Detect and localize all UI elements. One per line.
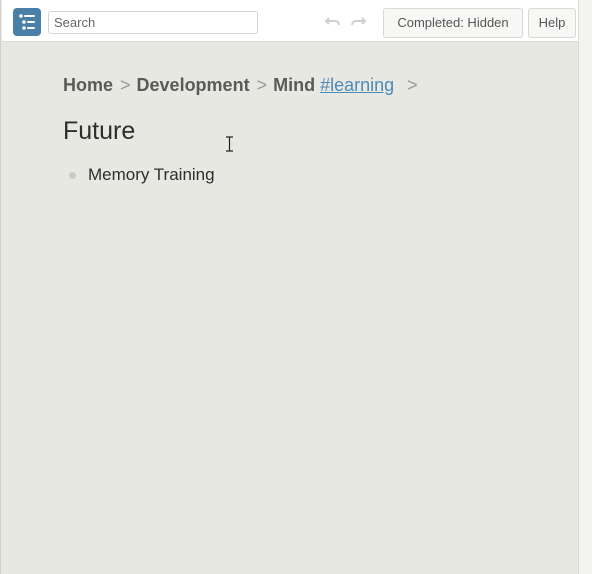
- help-button[interactable]: Help: [528, 8, 576, 38]
- bullet-icon[interactable]: [69, 172, 76, 179]
- breadcrumb: Home > Development > Mind #learning >: [63, 75, 418, 96]
- undo-icon[interactable]: [324, 13, 342, 29]
- breadcrumb-item-development[interactable]: Development: [137, 75, 250, 95]
- text-cursor-icon: [225, 136, 234, 152]
- page-title[interactable]: Future: [63, 117, 135, 146]
- breadcrumb-separator: >: [407, 75, 418, 95]
- breadcrumb-item-mind[interactable]: Mind: [273, 75, 315, 95]
- toolbar: Completed: Hidden Help: [2, 0, 579, 42]
- list-outline-icon[interactable]: [13, 8, 41, 36]
- breadcrumb-item-home[interactable]: Home: [63, 75, 113, 95]
- breadcrumb-separator: >: [120, 75, 131, 95]
- bullet-text[interactable]: Memory Training: [88, 165, 215, 185]
- app-window: Completed: Hidden Help Home > Development >…: [0, 0, 592, 574]
- tag-link-learning[interactable]: #learning: [320, 75, 394, 95]
- breadcrumb-separator: >: [256, 75, 268, 95]
- redo-icon[interactable]: [349, 13, 367, 29]
- completed-toggle-button[interactable]: Completed: Hidden: [383, 8, 523, 38]
- window-edge: [578, 0, 592, 574]
- search-input[interactable]: [48, 11, 258, 34]
